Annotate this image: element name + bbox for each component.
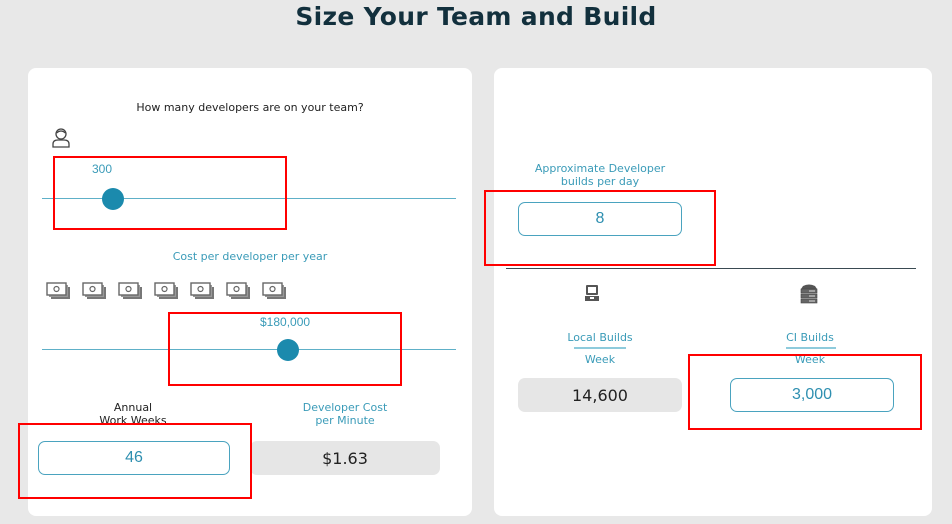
money-stack-icon [226, 282, 250, 299]
builds-per-day-label: Approximate Developer builds per day [520, 162, 680, 188]
builds-per-day-label-line1: Approximate Developer [534, 162, 666, 175]
annual-cost-value: $180,000 [260, 315, 311, 329]
local-builds-value: 14,600 [518, 378, 682, 412]
team-size-card: How many developers are on your team? 30… [28, 68, 472, 516]
ci-builds-label: CI Builds [786, 331, 834, 344]
developer-count-value: 300 [92, 162, 113, 176]
ci-builds-sublabel: Week [794, 353, 826, 366]
section-divider [506, 268, 916, 269]
money-stack-icon [82, 282, 106, 299]
ci-builds-input[interactable]: 3,000 [730, 378, 894, 412]
cost-per-developer-label: Cost per developer per year [172, 250, 328, 263]
build-volume-card: Approximate Developer builds per day 8 L… [494, 68, 932, 516]
server-icon [800, 284, 818, 304]
cost-per-minute-label-line2: per Minute [315, 414, 375, 427]
money-stack-icon [46, 282, 70, 299]
cost-per-minute-label-line1: Developer Cost [302, 401, 388, 414]
money-stack-icon [154, 282, 178, 299]
money-icon-row [46, 282, 287, 300]
cost-per-minute-label: Developer Cost per Minute [280, 401, 410, 427]
money-stack-icon [190, 282, 214, 299]
annual-cost-slider-thumb[interactable] [277, 339, 299, 361]
local-builds-underline [574, 347, 626, 349]
laptop-icon [585, 285, 599, 301]
developer-count-slider-thumb[interactable] [102, 188, 124, 210]
person-icon [52, 128, 70, 148]
ci-builds-underline [786, 347, 836, 349]
local-builds-sublabel: Week [584, 353, 616, 366]
local-builds-label: Local Builds [567, 331, 633, 344]
work-weeks-label-line1: Annual [113, 401, 153, 414]
work-weeks-label-line2: Work Weeks [99, 414, 167, 427]
developer-count-question: How many developers are on your team? [136, 101, 364, 114]
builds-per-day-input[interactable]: 8 [518, 202, 682, 236]
cost-per-minute-value: $1.63 [250, 441, 440, 475]
work-weeks-label: Annual Work Weeks [68, 401, 198, 427]
money-stack-icon [262, 282, 286, 299]
builds-per-day-label-line2: builds per day [560, 175, 640, 188]
money-stack-icon [118, 282, 142, 299]
page-title: Size Your Team and Build [295, 2, 657, 31]
annual-cost-slider-track[interactable] [42, 349, 456, 350]
work-weeks-input[interactable]: 46 [38, 441, 230, 475]
